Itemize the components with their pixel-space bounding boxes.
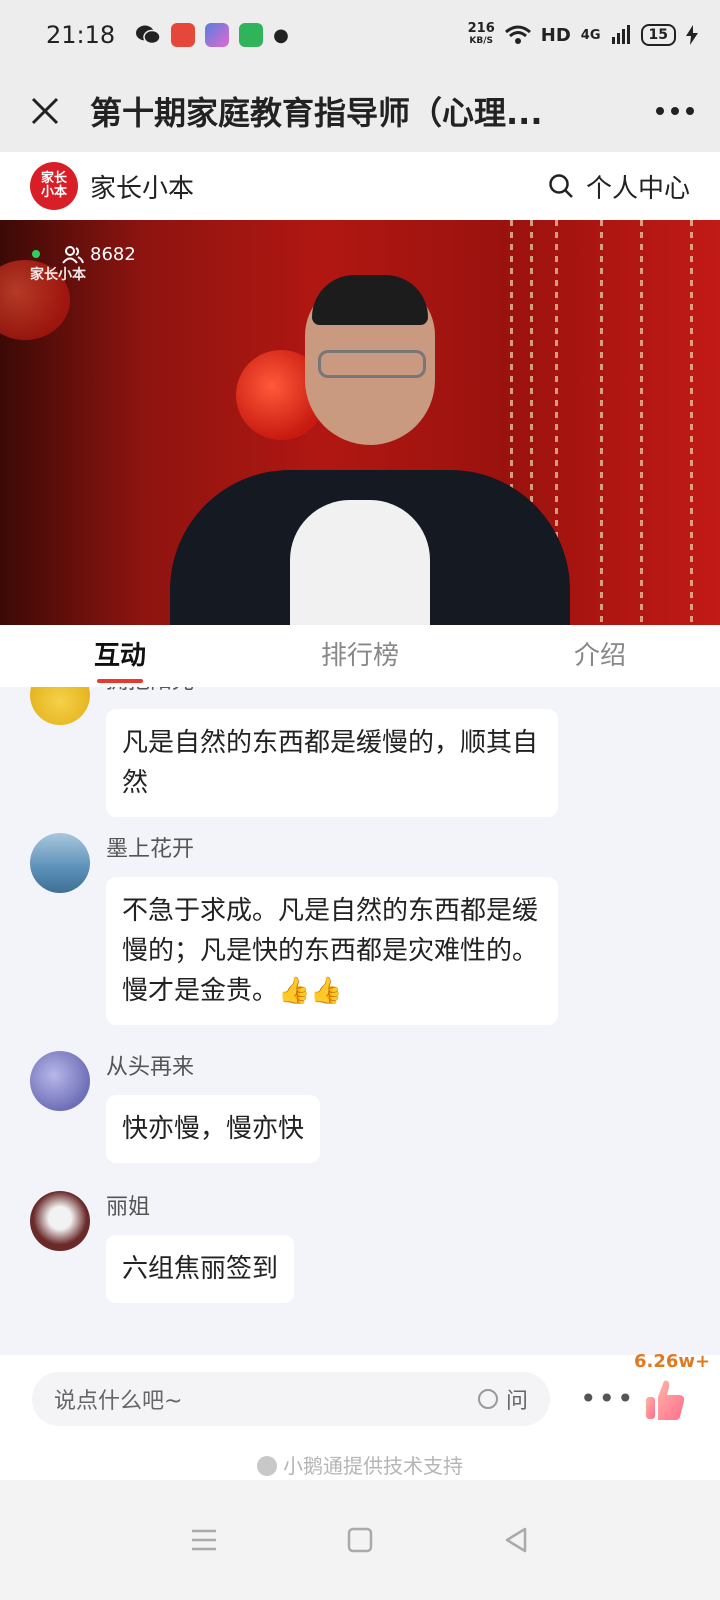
- like-thumb-icon[interactable]: [644, 1377, 686, 1421]
- battery-indicator: 15: [640, 24, 676, 46]
- avatar[interactable]: [30, 687, 90, 725]
- message-bubble: 凡是自然的东西都是缓慢的，顺其自然: [106, 709, 558, 817]
- message-bubble: 不急于求成。凡是自然的东西都是缓慢的；凡是快的东西都是灾难性的。慢才是金贵。👍👍: [106, 877, 558, 1025]
- personal-center-link[interactable]: 个人中心: [586, 168, 690, 205]
- status-right: 216 KB/S HD 4G 15: [467, 21, 698, 47]
- message-nickname: 拥抱阳光: [106, 687, 558, 699]
- app-icon-green: [239, 23, 264, 47]
- hd-label: HD: [540, 24, 571, 46]
- avatar[interactable]: [30, 1191, 90, 1251]
- video-watermark: 家长小本: [30, 267, 86, 283]
- more-actions-button[interactable]: •••: [580, 1382, 636, 1415]
- message-nickname: 从头再来: [106, 1055, 195, 1080]
- ask-question-toggle[interactable]: 问: [477, 1383, 528, 1415]
- shop-bar: 家长小本 家长小本 个人中心: [0, 152, 720, 220]
- app-icon-game: [205, 23, 230, 47]
- back-icon[interactable]: [503, 1527, 529, 1553]
- shop-name[interactable]: 家长小本: [90, 168, 194, 205]
- status-time: 21:18: [46, 21, 116, 49]
- chat-list[interactable]: 拥抱阳光 凡是自然的东西都是缓慢的，顺其自然 墨上花开 不急于求成。凡是自然的东…: [0, 687, 720, 1355]
- shop-logo-text: 家长小本: [40, 171, 67, 200]
- menu-icon[interactable]: [191, 1529, 217, 1551]
- xiaoe-logo-icon: [257, 1456, 277, 1476]
- message-bubble: 快亦慢，慢亦快: [106, 1095, 321, 1163]
- viewers-icon: [62, 245, 84, 264]
- avatar[interactable]: [30, 1051, 90, 1111]
- tab-bar: 互动 排行榜 介绍: [0, 625, 720, 687]
- presenter-glasses: [318, 350, 426, 378]
- tab-ranking[interactable]: 排行榜: [240, 625, 480, 687]
- charging-icon: [686, 25, 698, 45]
- status-bar: 21:18 ● 216 KB/S HD 4G 15: [0, 0, 720, 70]
- shop-bar-right: 个人中心: [548, 168, 690, 205]
- presenter-shirt: [290, 500, 430, 625]
- input-bar: 说点什么吧~ 问 ••• 6.26w+ 小鹅通提供技术支持: [0, 1351, 720, 1480]
- home-icon[interactable]: [347, 1527, 373, 1553]
- like-count: 6.26w+: [634, 1351, 711, 1372]
- chat-message: 拥抱阳光 凡是自然的东西都是缓慢的，顺其自然: [30, 687, 558, 817]
- system-nav-bar: [0, 1480, 720, 1600]
- comment-input[interactable]: 说点什么吧~ 问: [32, 1372, 550, 1426]
- page-title: 第十期家庭教育指导师（心理...: [90, 94, 543, 132]
- network-type: 4G: [580, 27, 601, 43]
- tech-support-note: 小鹅通提供技术支持: [0, 1450, 720, 1479]
- avatar[interactable]: [30, 833, 90, 893]
- message-bubble: 六组焦丽签到: [106, 1235, 295, 1303]
- chat-message: 从头再来 快亦慢，慢亦快: [30, 1051, 321, 1163]
- search-icon[interactable]: [548, 173, 574, 199]
- wifi-icon: [504, 25, 531, 44]
- app-icon-red: [171, 23, 196, 47]
- radio-circle-icon: [477, 1389, 498, 1409]
- more-button[interactable]: [630, 106, 720, 116]
- close-icon: [31, 97, 59, 125]
- viewer-count-value: 8682: [90, 244, 136, 265]
- chat-message: 墨上花开 不急于求成。凡是自然的东西都是缓慢的；凡是快的东西都是灾难性的。慢才是…: [30, 833, 558, 1025]
- chat-message: 丽姐 六组焦丽签到: [30, 1191, 295, 1303]
- wechat-icon: [136, 25, 161, 45]
- network-speed: 216 KB/S: [467, 21, 495, 47]
- network-speed-unit: KB/S: [469, 36, 494, 46]
- more-icon: [656, 107, 694, 115]
- comment-placeholder: 说点什么吧~: [54, 1389, 183, 1414]
- viewer-count: 8682: [62, 244, 136, 265]
- tab-introduction[interactable]: 介绍: [480, 625, 720, 687]
- notification-icons: ●: [135, 23, 289, 47]
- shop-logo[interactable]: 家长小本: [30, 162, 78, 210]
- message-nickname: 墨上花开: [106, 837, 195, 862]
- presenter-hair: [312, 275, 428, 325]
- tech-support-text: 小鹅通提供技术支持: [283, 1454, 463, 1478]
- more-notifications-dot-icon: ●: [273, 24, 289, 46]
- close-button[interactable]: [0, 96, 90, 126]
- message-nickname: 丽姐: [106, 1195, 151, 1220]
- live-indicator-icon: [32, 250, 40, 258]
- signal-icon: [611, 25, 630, 44]
- ask-label: 问: [505, 1389, 528, 1414]
- title-bar: 第十期家庭教育指导师（心理...: [0, 70, 720, 152]
- network-speed-value: 216: [467, 21, 495, 36]
- tab-interaction[interactable]: 互动: [0, 625, 240, 687]
- live-video-player[interactable]: 8682 家长小本: [0, 220, 720, 625]
